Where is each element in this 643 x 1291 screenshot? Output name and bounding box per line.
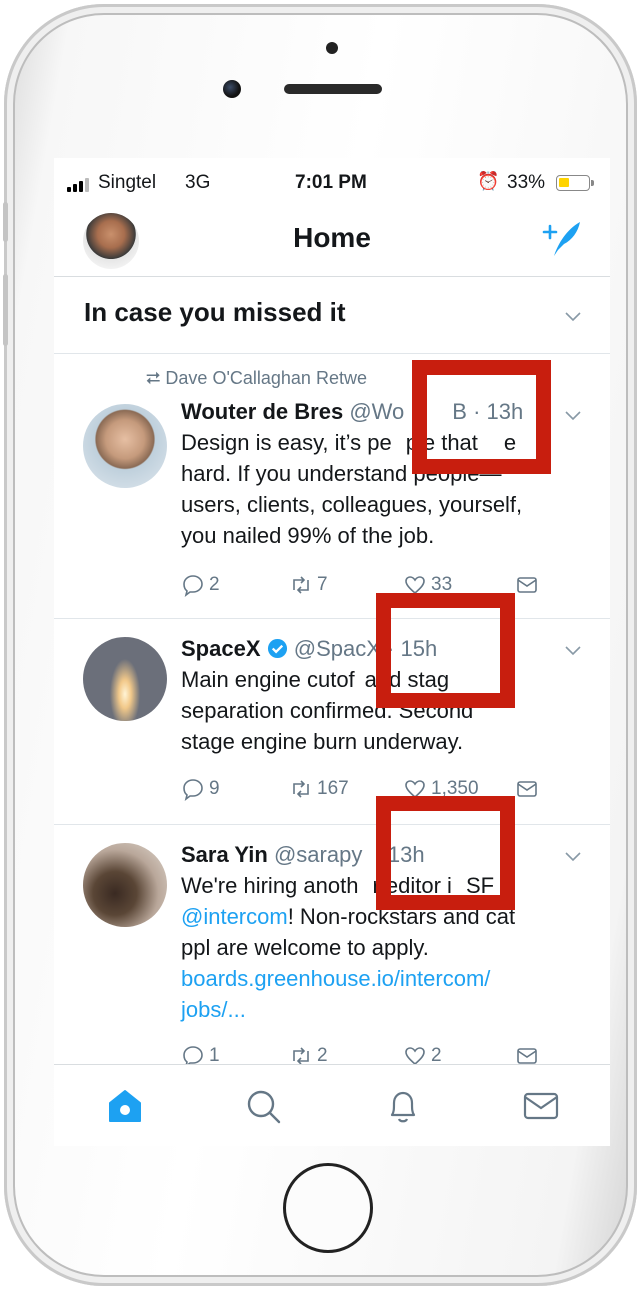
tweet-text-line: you nailed 99% of the job.	[181, 523, 435, 548]
tweet-text-line: Design is easy, it’s pe	[181, 430, 392, 455]
tweet-text-line: We're hiring anoth	[181, 873, 359, 898]
reply-count: 9	[209, 778, 220, 799]
author-name[interactable]: Sara Yin	[181, 842, 268, 867]
carrier-name: Singtel	[98, 172, 157, 193]
highlight-marker	[376, 796, 515, 910]
home-icon[interactable]	[104, 1085, 146, 1127]
dm-share-button[interactable]	[515, 570, 539, 600]
reply-button[interactable]: 9	[181, 774, 220, 804]
reply-button[interactable]: 2	[181, 570, 220, 600]
author-handle[interactable]: @Wo	[349, 399, 404, 424]
earpiece-speaker	[284, 84, 382, 94]
battery-percent: 33%	[507, 172, 546, 193]
chevron-down-icon[interactable]	[564, 406, 582, 424]
compose-tweet-icon[interactable]	[540, 216, 584, 260]
alarm-clock-icon: ⏰	[477, 171, 500, 191]
envelope-icon	[517, 577, 537, 593]
tweet-author-avatar[interactable]	[83, 404, 167, 488]
tweet-text-line: ppl are welcome to apply.	[181, 935, 429, 960]
url-link-continued[interactable]: jobs/...	[181, 994, 588, 1025]
phone-frame: Singtel 3G 7:01 PM ⏰ 33% Home In case yo…	[3, 4, 637, 1286]
chevron-down-icon[interactable]	[564, 641, 582, 659]
retweet-button[interactable]: 167	[289, 774, 349, 804]
clock: 7:01 PM	[295, 172, 367, 193]
reply-icon	[183, 575, 203, 597]
icym-section-header[interactable]: In case you missed it	[54, 277, 610, 354]
signal-strength-icon	[67, 178, 93, 192]
tweet-card[interactable]: Sara Yin @sarapy · 13h We're hiring anot…	[54, 825, 610, 1068]
mute-switch	[3, 202, 8, 242]
home-button[interactable]	[283, 1163, 373, 1253]
reply-icon	[183, 779, 203, 801]
battery-icon	[556, 175, 594, 191]
app-screen: Singtel 3G 7:01 PM ⏰ 33% Home In case yo…	[54, 158, 610, 1146]
tweet-card[interactable]: SpaceX @SpacX · 15h Main engine cutof and…	[54, 619, 610, 825]
author-name[interactable]: Wouter de Bres	[181, 399, 343, 424]
section-title: In case you missed it	[84, 297, 346, 327]
tweet-author-avatar[interactable]	[83, 637, 167, 721]
highlight-marker	[376, 593, 515, 708]
author-name[interactable]: SpaceX	[181, 636, 261, 661]
mention-link[interactable]: @intercom	[181, 904, 288, 929]
search-icon[interactable]	[242, 1085, 284, 1127]
status-bar: Singtel 3G 7:01 PM ⏰ 33%	[54, 158, 610, 210]
retweet-icon	[293, 576, 309, 594]
retweet-button[interactable]: 7	[289, 570, 328, 600]
bottom-tab-bar	[54, 1064, 610, 1146]
tweet-text-line: users, clients, colleagues, yourself,	[181, 492, 523, 517]
reply-count: 2	[209, 574, 220, 595]
highlight-marker	[412, 360, 551, 474]
retweet-count: 7	[317, 574, 328, 595]
front-camera	[223, 80, 241, 98]
retweet-context-text: Dave O'Callaghan Retwe	[165, 368, 367, 388]
page-title: Home	[293, 222, 371, 253]
proximity-sensor	[326, 42, 338, 54]
notifications-icon[interactable]	[382, 1085, 424, 1127]
envelope-icon	[517, 781, 537, 797]
author-handle[interactable]: @sarapy	[274, 842, 362, 867]
url-link[interactable]: boards.greenhouse.io/intercom/	[181, 963, 588, 994]
retweet-count: 167	[317, 778, 349, 799]
verified-badge-icon	[267, 638, 287, 659]
top-bar: Home	[54, 210, 610, 277]
volume-up-button	[3, 274, 8, 346]
author-handle[interactable]: @Spac	[294, 636, 366, 661]
network-type: 3G	[185, 172, 211, 193]
chevron-down-icon[interactable]	[564, 307, 582, 325]
messages-icon[interactable]	[520, 1085, 562, 1127]
retweet-context: ⮂ Dave O'Callaghan Retwe	[146, 368, 367, 389]
retweet-small-icon: ⮂	[146, 368, 161, 388]
tweet-text-line: stage engine burn underway.	[181, 729, 464, 754]
chevron-down-icon[interactable]	[564, 847, 582, 865]
dm-share-button[interactable]	[515, 774, 539, 804]
retweet-icon	[293, 780, 309, 798]
tweet-author-avatar[interactable]	[83, 843, 167, 927]
tweet-text-line: Main engine cutof	[181, 667, 355, 692]
